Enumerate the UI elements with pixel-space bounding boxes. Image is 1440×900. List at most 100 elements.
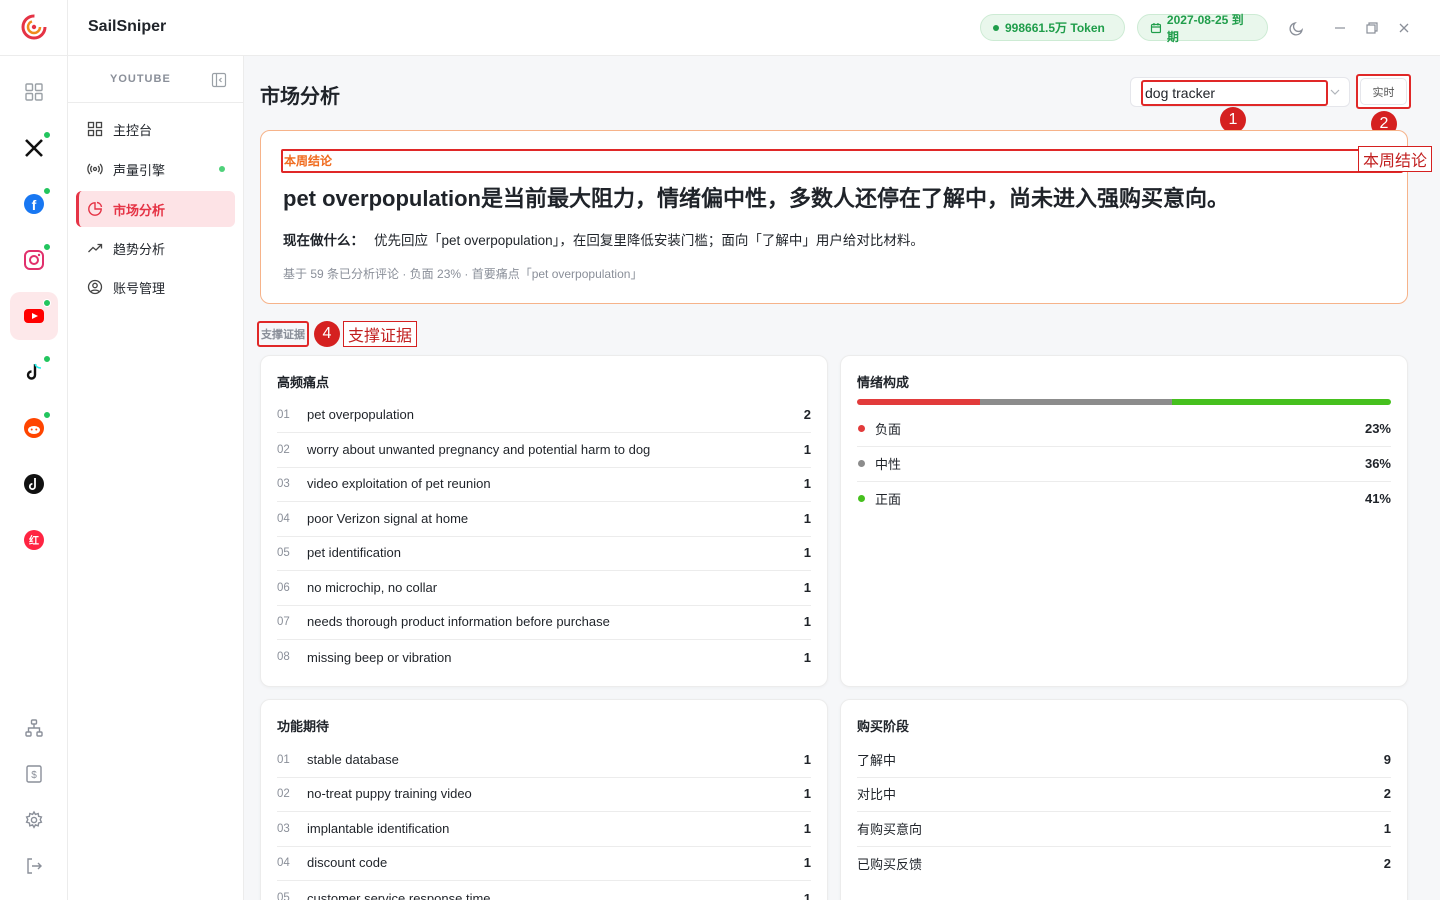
main-content: 市场分析 实时 1 2 本周结论 pet overpopulation是当前最大… [244,56,1440,900]
online-status-dot [43,299,51,307]
app-title: SailSniper [88,18,167,35]
token-balance-label: 998661.5万 Token [1005,21,1105,35]
svg-text:红: 红 [29,534,39,547]
youtube-platform-icon[interactable] [10,292,58,340]
list-item: 02 worry about unwanted pregnancy and pot… [277,433,811,468]
dark-mode-moon-icon[interactable] [1287,18,1307,38]
instagram-platform-icon[interactable] [10,236,58,284]
pie-chart-icon [86,200,104,218]
purchase-stage-card: 购买阶段 了解中 9 对比中 2 有购买意向 1 已购买反馈 2 [840,699,1408,900]
expiry-date-badge[interactable]: 2027-08-25 到期 [1137,13,1268,44]
feature-expectations-card: 功能期待 01 stable database 1 02 no-treat puppy… [260,699,828,900]
weekly-conclusion-card: 本周结论 pet overpopulation是当前最大阻力，情绪偏中性，多数人… [260,130,1408,304]
x-platform-icon[interactable] [10,124,58,172]
token-balance-badge[interactable]: 998661.5万 Token [980,14,1125,41]
keyword-select[interactable] [1130,77,1350,107]
action-text: 优先回应「pet overpopulation」，在回复里降低安装门槛；面向「了… [374,233,924,248]
sentiment-bar-segment [1172,399,1391,405]
card-title: 购买阶段 [857,719,910,734]
neutral-dot [858,460,865,468]
action-recommendation: 现在做什么： 优先回应「pet overpopulation」，在回复里降低安装门… [283,229,924,249]
sentiment-row-positive: 正面 41% [857,481,1391,516]
top-bar: SailSniper 998661.5万 Token 2027-08-25 到期 [68,0,1440,56]
list-item: 05 customer service response time 1 [277,890,811,900]
sitemap-icon[interactable] [22,716,46,740]
calendar-icon [1150,22,1162,33]
app-logo-icon [20,13,48,41]
icon-rail: f 红 $ [0,0,68,900]
expiry-date-label: 2027-08-25 到期 [1166,12,1244,44]
list-item: 04 poor Verizon signal at home 1 [277,502,811,537]
list-item: 08 missing beep or vibration 1 [277,649,811,665]
svg-text:$: $ [31,770,37,781]
xiaohongshu-platform-icon[interactable]: 红 [10,516,58,564]
list-item: 03 implantable identification 1 [277,812,811,847]
reddit-platform-icon[interactable] [10,404,58,452]
tiktok-platform-icon[interactable] [10,348,58,396]
page-title: 市场分析 [260,86,340,108]
close-window-icon[interactable] [1394,18,1414,38]
list-item: 07 needs thorough product information bef… [277,605,811,640]
nav-item-label: 账号管理 [113,280,166,296]
card-title: 高频痛点 [277,375,330,390]
card-title: 情绪构成 [857,375,910,390]
settings-gear-icon[interactable] [22,808,46,832]
broadcast-icon [86,160,104,178]
list-item: 04 discount code 1 [277,846,811,881]
annotation-callout-evidence: 支撑证据 [343,321,418,347]
sentiment-bar-segment [857,399,980,405]
online-status-dot [43,131,51,139]
restore-window-icon[interactable] [1362,18,1382,38]
nav-item-market-analysis[interactable]: 市场分析 [76,191,235,227]
sub-navigation: YOUTUBE 主控台 声量引擎 市场分析 趋势分析 账号管理 [68,56,244,900]
list-item: 01 stable database 1 [277,743,811,778]
billing-icon[interactable]: $ [22,762,46,786]
minimize-window-icon[interactable] [1330,18,1350,38]
list-item: 01 pet overpopulation 2 [277,398,811,433]
sentiment-row-negative: 负面 23% [857,412,1391,447]
nav-item-label: 声量引擎 [113,162,166,178]
online-status-dot [43,411,51,419]
nav-item-trend-analysis[interactable]: 趋势分析 [76,230,235,266]
online-status-dot [43,187,51,195]
realtime-button-label: 实时 [1372,86,1395,99]
sentiment-bar-segment [979,399,1173,405]
sentiment-card: 情绪构成 负面 23% 中性 36% 正面 41% [840,355,1408,687]
keyword-search-input[interactable] [1141,80,1328,106]
tiktok-alt-platform-icon[interactable] [10,460,58,508]
collapse-sidebar-icon[interactable] [211,72,227,88]
logout-icon[interactable] [22,854,46,878]
apps-grid-icon[interactable] [10,68,58,116]
chevron-down-icon[interactable] [1329,86,1341,98]
nav-item-account-management[interactable]: 账号管理 [76,269,235,305]
weekly-conclusion-header: 本周结论 [281,149,1403,173]
list-item: 对比中 2 [857,777,1391,812]
positive-dot [858,494,865,502]
conclusion-headline: pet overpopulation是当前最大阻力，情绪偏中性，多数人还停在了解… [283,186,1230,211]
token-status-dot [993,24,999,31]
list-item: 了解中 9 [857,743,1391,778]
list-item: 05 pet identification 1 [277,536,811,571]
action-label: 现在做什么： [283,233,364,248]
sentiment-row-neutral: 中性 36% [857,447,1391,482]
account-icon [86,278,104,296]
list-item: 已购买反馈 2 [857,855,1391,872]
realtime-button[interactable]: 实时 [1356,74,1411,109]
list-item: 02 no-treat puppy training video 1 [277,777,811,812]
facebook-platform-icon[interactable]: f [10,180,58,228]
nav-item-voice-engine[interactable]: 声量引擎 [76,151,235,187]
sentiment-stacked-bar [857,399,1391,405]
annotation-marker-4: 4 [314,321,340,347]
nav-item-label: 主控台 [113,122,153,138]
dashboard-icon [86,120,104,138]
online-status-dot [43,243,51,251]
negative-dot [858,425,865,433]
trend-icon [86,239,104,257]
online-status-dot [219,166,225,172]
list-item: 06 no microchip, no collar 1 [277,571,811,606]
nav-item-label: 市场分析 [113,202,166,218]
list-item: 03 video exploitation of pet reunion 1 [277,467,811,502]
nav-item-dashboard[interactable]: 主控台 [76,111,235,147]
annotation-callout-conclusion: 本周结论 [1358,146,1433,172]
nav-item-label: 趋势分析 [113,241,166,257]
